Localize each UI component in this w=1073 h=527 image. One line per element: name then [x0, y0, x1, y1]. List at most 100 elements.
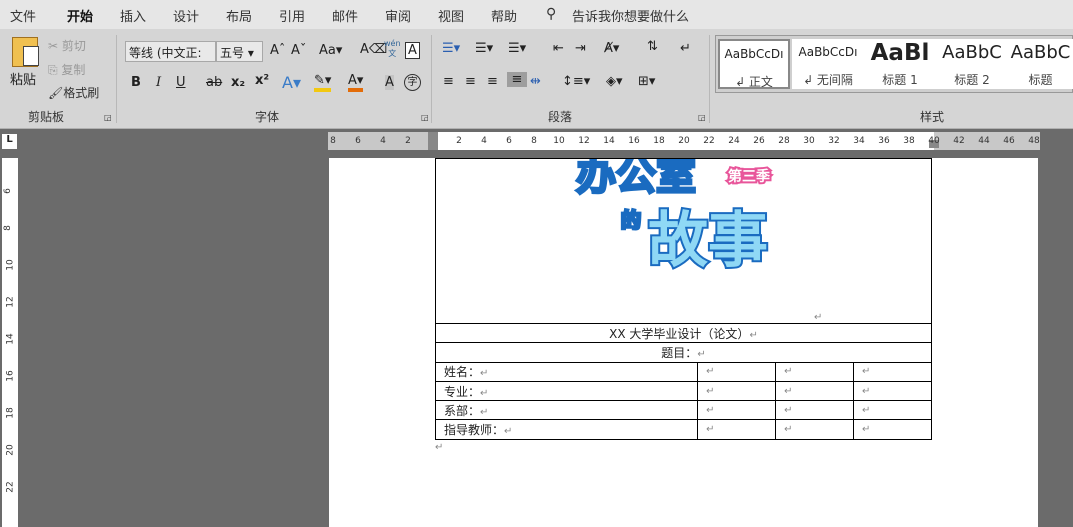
change-case-label: Aa	[319, 43, 336, 58]
clipboard-dialog-launcher-icon[interactable]: ◲	[104, 113, 112, 122]
line-spacing-icon[interactable]: ↕≡▾	[562, 74, 590, 89]
font-dialog-launcher-icon[interactable]: ◲	[421, 113, 429, 122]
menu-review[interactable]: 审阅	[385, 6, 411, 25]
ruler-number: 6	[355, 136, 361, 146]
grow-font-icon[interactable]: Aˆ	[270, 43, 285, 58]
increase-indent-icon[interactable]: ⇥	[575, 41, 586, 56]
style-heading-2[interactable]: AaBbC 标题 2	[936, 39, 1008, 89]
copy-button[interactable]: ⎘ 复制	[48, 61, 85, 78]
superscript-icon[interactable]: x²	[255, 73, 269, 88]
copy-label: 复制	[61, 63, 86, 77]
show-marks-icon[interactable]: ↵	[680, 41, 691, 56]
menu-file[interactable]: 文件	[10, 6, 36, 25]
cut-label: 剪切	[61, 39, 86, 53]
cover-table: 办公室 第三季 的 故事 ↵ XX 大学毕业设计（论文）↵ 题目：↵ 姓名：↵ ↵…	[434, 158, 932, 440]
document-page[interactable]: 办公室 第三季 的 故事 ↵ XX 大学毕业设计（论文）↵ 题目：↵ 姓名：↵ ↵…	[329, 158, 1038, 527]
menu-layout[interactable]: 布局	[226, 6, 252, 25]
align-center-icon[interactable]: ≡	[465, 74, 476, 89]
ruler-number: 46	[1003, 136, 1015, 146]
font-group-label: 字体	[255, 110, 280, 124]
style-title[interactable]: AaBbC 标题	[1008, 39, 1073, 89]
svg-text:第三季: 第三季	[728, 168, 770, 185]
numbering-icon[interactable]: ☰▾	[475, 41, 493, 56]
italic-button[interactable]: I	[156, 75, 161, 90]
menu-mailings[interactable]: 邮件	[332, 6, 358, 25]
svg-text:的: 的	[621, 208, 641, 232]
phonetic-guide-icon[interactable]: wén 文	[384, 39, 401, 59]
ruler-number: 20	[5, 444, 16, 456]
paragraph-group-label: 段落	[548, 110, 573, 124]
font-size-value: 五号	[220, 46, 245, 60]
ruler-number: 12	[5, 296, 16, 308]
vertical-ruler[interactable]: 6 8 10 12 14 16 18 20 22	[2, 158, 18, 527]
font-size-combo[interactable]: 五号 ▾	[216, 41, 263, 62]
ruler-number: 8	[330, 136, 336, 146]
logo-cell: 办公室 第三季 的 故事 ↵	[435, 158, 932, 324]
menu-help[interactable]: 帮助	[491, 6, 517, 25]
bullets-icon[interactable]: ☰▾	[442, 41, 460, 56]
align-right-icon[interactable]: ≡	[487, 74, 498, 89]
underline-button[interactable]: U	[176, 75, 186, 90]
menu-view[interactable]: 视图	[438, 6, 464, 25]
text-effects-icon[interactable]: A▾	[282, 73, 301, 92]
enclose-characters-icon[interactable]: 字	[404, 74, 421, 91]
format-painter-button[interactable]: 🖌格式刷	[48, 84, 99, 101]
tab-selector[interactable]: L	[2, 134, 17, 149]
strikethrough-icon[interactable]: ab	[206, 75, 222, 90]
ruler-number: 4	[481, 136, 487, 146]
clipboard-group-label: 剪贴板	[28, 110, 65, 124]
ruler-number: 30	[803, 136, 815, 146]
subscript-icon[interactable]: x₂	[231, 75, 245, 90]
ruler-number: 48	[1028, 136, 1040, 146]
shading-icon[interactable]: ◈▾	[606, 74, 623, 89]
thesis-title-cell[interactable]: XX 大学毕业设计（论文）↵	[435, 322, 932, 344]
sort-icon[interactable]: ⇅	[647, 39, 658, 54]
text-direction-icon[interactable]: Ⱥ▾	[604, 41, 619, 56]
character-border-icon[interactable]: A	[405, 42, 420, 59]
font-name-combo[interactable]: 等线 (中文正:	[125, 41, 216, 62]
highlight-color-icon[interactable]: ✎▾	[314, 73, 332, 92]
paragraph-mark: ↵	[435, 442, 444, 453]
distributed-icon[interactable]: ⇹	[530, 74, 541, 89]
ruler-number: 40	[928, 136, 940, 146]
style-normal[interactable]: AaBbCcDı ↲ 正文	[718, 39, 790, 89]
ruler-number: 44	[978, 136, 990, 146]
change-case-button[interactable]: Aa▾	[319, 43, 342, 58]
font-color-icon[interactable]: A▾	[348, 73, 364, 92]
style-heading-1[interactable]: AaBl 标题 1	[864, 39, 936, 89]
tell-me-search[interactable]: 告诉我你想要做什么	[572, 6, 689, 25]
ruler-number: 20	[678, 136, 690, 146]
align-left-icon[interactable]: ≡	[443, 74, 454, 89]
ruler-number: 4	[380, 136, 386, 146]
menu-insert[interactable]: 插入	[120, 6, 146, 25]
menu-design[interactable]: 设计	[173, 6, 199, 25]
subject-cell[interactable]: 题目：↵	[435, 342, 932, 363]
paragraph-dialog-launcher-icon[interactable]: ◲	[698, 113, 706, 122]
styles-group-label: 样式	[920, 110, 945, 124]
ruler-number: 42	[953, 136, 965, 146]
shrink-font-icon[interactable]: Aˇ	[291, 43, 306, 58]
cut-button[interactable]: ✂ 剪切	[48, 37, 86, 54]
justify-icon[interactable]: ≡	[507, 72, 527, 87]
paste-icon[interactable]	[12, 37, 39, 67]
menu-references[interactable]: 引用	[279, 6, 305, 25]
character-shading-icon[interactable]: A	[385, 75, 394, 90]
bold-button[interactable]: B	[131, 75, 141, 90]
ruler-number: 18	[653, 136, 665, 146]
ruler-number: 36	[878, 136, 890, 146]
logo-image: 办公室 第三季 的 故事	[575, 159, 773, 278]
ruler-number: 10	[553, 136, 565, 146]
ribbon: 粘贴 ✂ 剪切 ⎘ 复制 🖌格式刷 剪贴板 等线 (中文正: 五号 ▾ Aˆ A…	[0, 29, 1073, 129]
table-row: 专业：↵ ↵ ↵ ↵	[434, 380, 932, 402]
table-row: 系部：↵ ↵ ↵ ↵	[434, 400, 932, 421]
ruler-number: 18	[5, 407, 16, 419]
phonetic-label: wén	[384, 39, 401, 48]
style-no-spacing[interactable]: AaBbCcDı ↲ 无间隔	[792, 39, 864, 89]
horizontal-ruler[interactable]: 8 6 4 2 2 4 6 8 10 12 14 16 18 20 22 24 26 28 30 32 34 36 38 40…	[328, 132, 1040, 150]
menu-home[interactable]: 开始	[67, 6, 93, 25]
multilevel-list-icon[interactable]: ☰▾	[508, 41, 526, 56]
indent-marker[interactable]	[428, 132, 438, 150]
borders-icon[interactable]: ⊞▾	[638, 74, 655, 89]
paste-button[interactable]: 粘贴	[10, 69, 36, 88]
decrease-indent-icon[interactable]: ⇤	[553, 41, 564, 56]
